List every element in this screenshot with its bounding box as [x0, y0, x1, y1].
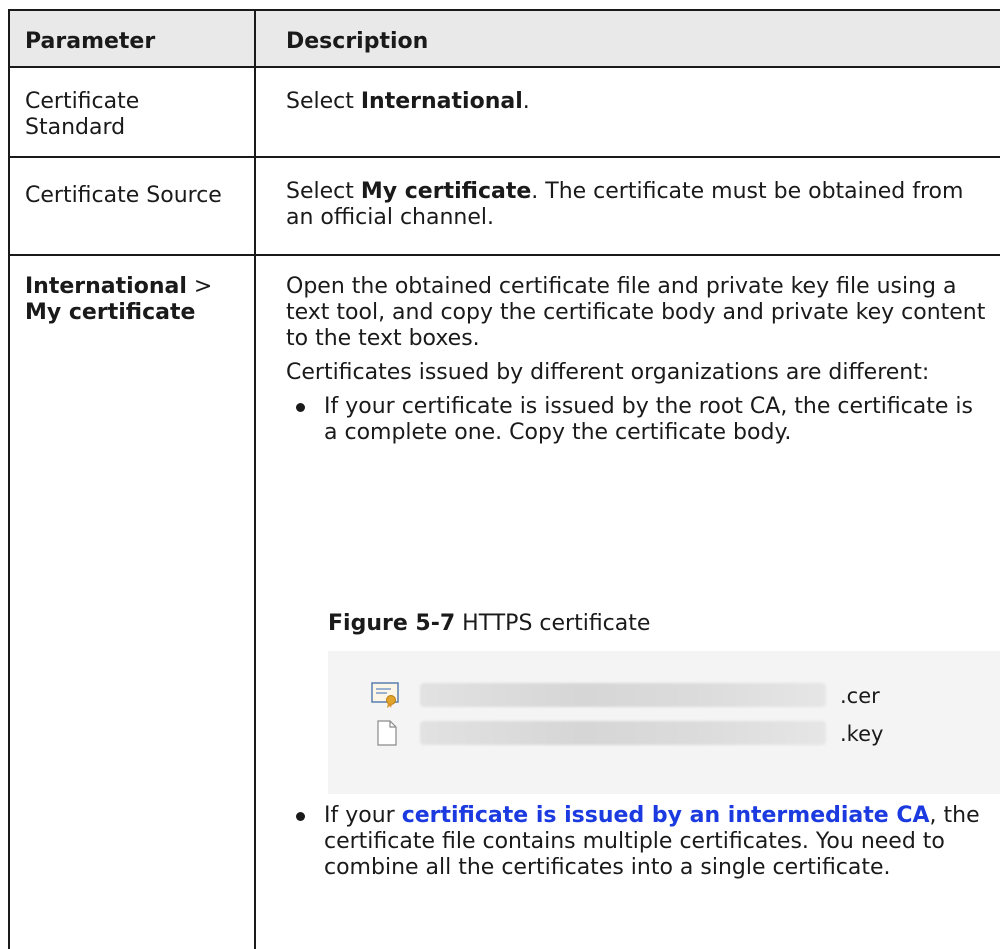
desc-paragraph-2: Certificates issued by different organiz… — [286, 360, 930, 385]
row-param-certificate-source: Certificate Source — [25, 183, 222, 208]
row-param-international-my-certificate: International > My certificate — [25, 274, 213, 325]
bullet-dot — [296, 812, 305, 821]
file-extension-cer: .cer — [840, 684, 880, 708]
table-header-background — [10, 11, 1000, 68]
https-certificate-figure: .cer .key — [328, 651, 1000, 794]
desc-paragraph-1: Open the obtained certificate file and p… — [286, 274, 986, 351]
row-desc-certificate-standard: Select International. — [286, 89, 530, 114]
header-description: Description — [286, 29, 429, 54]
bullet-dot — [296, 403, 305, 412]
figure-caption: Figure 5-7 HTTPS certificate — [328, 611, 651, 636]
file-icon — [377, 720, 397, 746]
blurred-file-name — [420, 721, 826, 745]
header-parameter: Parameter — [25, 29, 156, 54]
bullet-intermediate-ca: If your certificate is issued by an inte… — [286, 803, 991, 881]
column-divider — [254, 11, 256, 949]
row-divider — [10, 66, 1000, 68]
list-item: If your certificate is issued by an inte… — [286, 803, 991, 881]
row-desc-international-my-certificate: Open the obtained certificate file and p… — [286, 274, 991, 446]
row-divider — [10, 156, 1000, 158]
intermediate-ca-link[interactable]: certificate is issued by an intermediate… — [402, 803, 930, 828]
list-item: If your certificate is issued by the roo… — [286, 394, 991, 446]
row-desc-certificate-source: Select My certificate. The certificate m… — [286, 179, 964, 230]
blurred-file-name — [420, 683, 826, 707]
row-divider — [10, 254, 1000, 256]
row-param-certificate-standard: Certificate Standard — [25, 89, 140, 140]
parameter-table: Parameter Description Certificate Standa… — [8, 9, 1000, 949]
certificate-file-icon — [371, 682, 399, 708]
file-extension-key: .key — [840, 722, 884, 746]
